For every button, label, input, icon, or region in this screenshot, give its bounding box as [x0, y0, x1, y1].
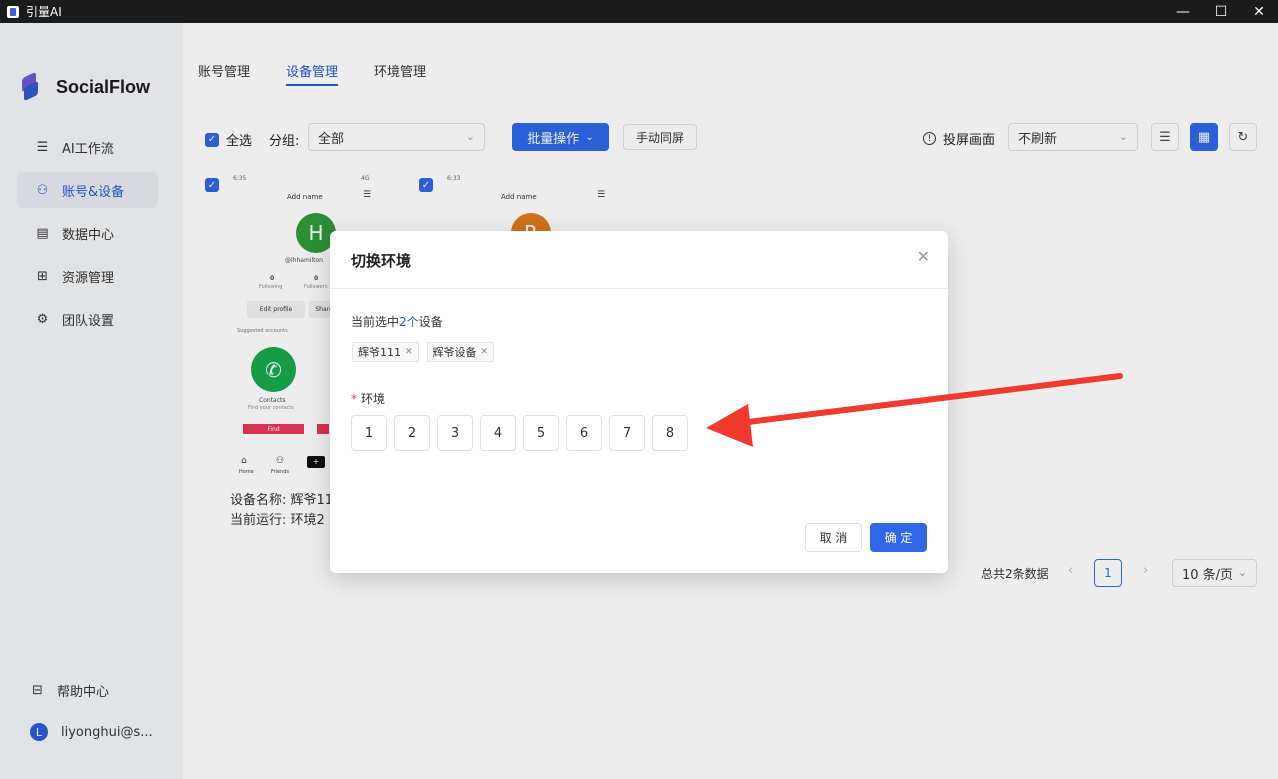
environment-label-text: 环境	[361, 392, 386, 406]
environment-field-label: * 环境	[351, 390, 385, 407]
environment-option-6[interactable]: 6	[566, 415, 602, 451]
selected-devices-summary: 当前选中2个设备	[351, 313, 443, 330]
environment-option-2[interactable]: 2	[394, 415, 430, 451]
environment-option-1[interactable]: 1	[351, 415, 387, 451]
selected-suffix: 设备	[418, 315, 443, 329]
close-icon[interactable]: ✕	[917, 247, 930, 266]
tag-remove-icon[interactable]: ✕	[405, 347, 413, 357]
environment-option-7[interactable]: 7	[609, 415, 645, 451]
dialog-title: 切换环境	[351, 252, 412, 270]
tag-remove-icon[interactable]: ✕	[481, 347, 489, 357]
dialog-divider	[330, 288, 948, 289]
environment-option-8[interactable]: 8	[652, 415, 688, 451]
app-logo-icon	[7, 5, 19, 18]
confirm-button[interactable]: 确 定	[870, 523, 927, 552]
title-bar: 引量AI — ☐ ✕	[0, 0, 1278, 23]
environment-option-3[interactable]: 3	[437, 415, 473, 451]
environment-option-4[interactable]: 4	[480, 415, 516, 451]
minimize-button[interactable]: —	[1164, 0, 1202, 23]
device-tag: 辉爷111 ✕	[352, 342, 419, 362]
required-mark: *	[351, 392, 357, 406]
environment-options: 1 2 3 4 5 6 7 8	[351, 415, 695, 451]
maximize-button[interactable]: ☐	[1202, 0, 1240, 23]
selected-count: 2个	[399, 315, 419, 329]
device-tag-label: 辉爷111	[358, 346, 401, 359]
environment-option-5[interactable]: 5	[523, 415, 559, 451]
selected-device-tags: 辉爷111 ✕ 辉爷设备 ✕	[352, 342, 502, 362]
cancel-button[interactable]: 取 消	[805, 523, 862, 552]
selected-prefix: 当前选中	[351, 315, 400, 329]
close-window-button[interactable]: ✕	[1240, 0, 1278, 23]
switch-environment-dialog: 切换环境 ✕ 当前选中2个设备 辉爷111 ✕ 辉爷设备 ✕ * 环境 1 2 3…	[330, 231, 948, 573]
window-controls: — ☐ ✕	[1164, 0, 1278, 23]
device-tag: 辉爷设备 ✕	[426, 342, 495, 362]
window-title: 引量AI	[26, 5, 62, 19]
device-tag-label: 辉爷设备	[432, 346, 477, 359]
